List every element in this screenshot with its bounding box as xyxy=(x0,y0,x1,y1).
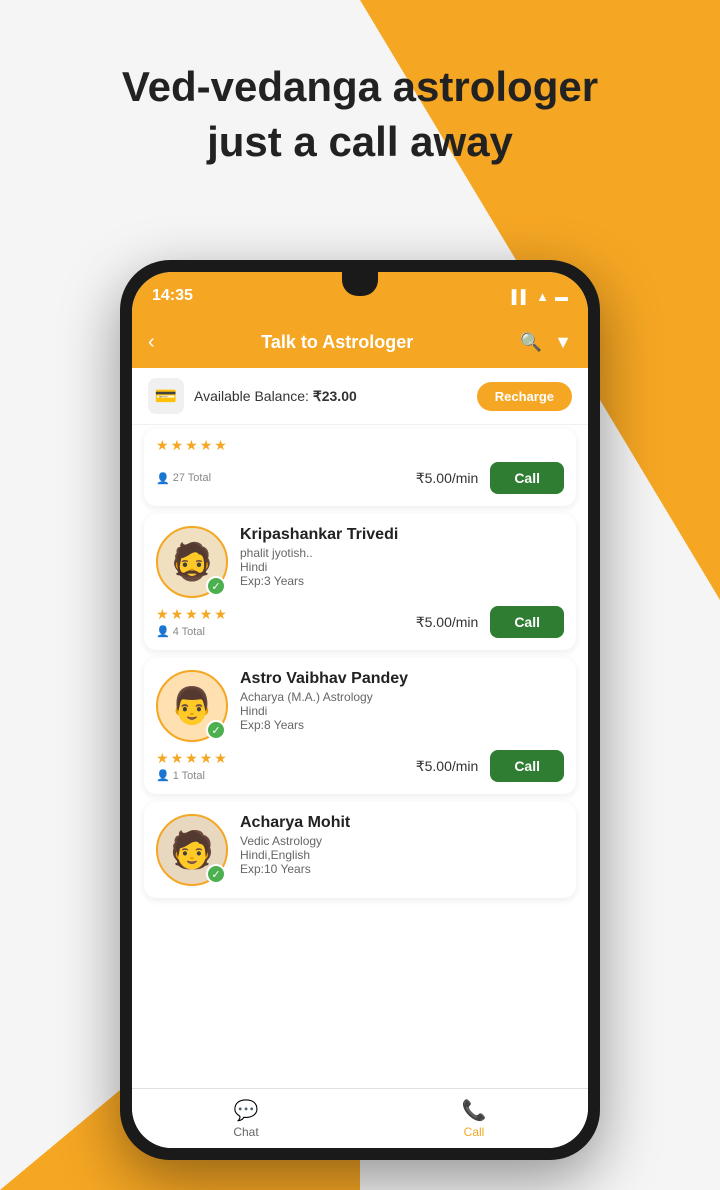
partial-stars-row: ★ ★ ★ ★ ★ xyxy=(156,437,564,454)
header-title: Talk to Astrologer xyxy=(261,332,413,353)
astro-spec-0: phalit jyotish.. xyxy=(240,546,564,560)
astrologer-list: ★ ★ ★ ★ ★ 👤 27 Total xyxy=(132,425,588,1088)
star-5: ★ xyxy=(214,437,227,454)
status-time: 14:35 xyxy=(152,287,193,305)
partial-total: 👤 27 Total xyxy=(156,472,211,485)
avatar-wrap-2: 🧑 ✓ xyxy=(156,814,228,886)
phone-screen: 14:35 ▌▌ ▲ ▬ ‹ Talk to Astrologer 🔍 ▼ xyxy=(132,272,588,1148)
back-button[interactable]: ‹ xyxy=(148,331,155,354)
stars-1: ★ ★ ★ ★ ★ xyxy=(156,750,227,767)
status-icons: ▌▌ ▲ ▬ xyxy=(512,289,568,304)
phone-frame: 14:35 ▌▌ ▲ ▬ ‹ Talk to Astrologer 🔍 ▼ xyxy=(120,260,600,1160)
balance-bar: 💳 Available Balance: ₹23.00 Recharge xyxy=(132,368,588,425)
total-0: 👤 4 Total xyxy=(156,625,227,638)
filter-icon[interactable]: ▼ xyxy=(554,332,572,353)
verified-badge-1: ✓ xyxy=(206,720,226,740)
astrologer-card-0: 🧔 ✓ Kripashankar Trivedi phalit jyotish.… xyxy=(144,514,576,650)
partial-card: ★ ★ ★ ★ ★ 👤 27 Total xyxy=(144,429,576,506)
astrologer-card-1: 👨 ✓ Astro Vaibhav Pandey Acharya (M.A.) … xyxy=(144,658,576,794)
chat-label: Chat xyxy=(233,1125,258,1139)
card-top-0: 🧔 ✓ Kripashankar Trivedi phalit jyotish.… xyxy=(156,526,564,598)
wallet-icon: 💳 xyxy=(148,378,184,414)
balance-text: Available Balance: ₹23.00 xyxy=(194,388,357,405)
app-header: ‹ Talk to Astrologer 🔍 ▼ xyxy=(132,316,588,368)
card-bottom-1: ★ ★ ★ ★ ★ 👤 1 Total xyxy=(156,750,564,782)
chat-icon: 💬 xyxy=(234,1098,259,1123)
partial-call-button[interactable]: Call xyxy=(490,462,564,494)
bottom-nav: 💬 Chat 📞 Call xyxy=(132,1088,588,1148)
bottom-left-0: ★ ★ ★ ★ ★ 👤 4 Total xyxy=(156,606,227,638)
card-top-1: 👨 ✓ Astro Vaibhav Pandey Acharya (M.A.) … xyxy=(156,670,564,742)
astro-lang-1: Hindi xyxy=(240,704,564,718)
astro-lang-0: Hindi xyxy=(240,560,564,574)
nav-chat[interactable]: 💬 Chat xyxy=(132,1098,360,1139)
price-call-1: ₹5.00/min Call xyxy=(416,750,564,782)
bottom-left-1: ★ ★ ★ ★ ★ 👤 1 Total xyxy=(156,750,227,782)
balance-left: 💳 Available Balance: ₹23.00 xyxy=(148,378,357,414)
astrologer-card-2: 🧑 ✓ Acharya Mohit Vedic Astrology Hindi,… xyxy=(144,802,576,898)
call-button-1[interactable]: Call xyxy=(490,750,564,782)
price-call-0: ₹5.00/min Call xyxy=(416,606,564,638)
call-button-0[interactable]: Call xyxy=(490,606,564,638)
verified-badge-2: ✓ xyxy=(206,864,226,884)
star-4: ★ xyxy=(200,437,213,454)
partial-card-bottom: 👤 27 Total ₹5.00/min Call xyxy=(156,462,564,494)
headline-text: Ved-vedanga astrologer just a call away xyxy=(40,60,680,169)
avatar-wrap-1: 👨 ✓ xyxy=(156,670,228,742)
stars-0: ★ ★ ★ ★ ★ xyxy=(156,606,227,623)
astro-spec-1: Acharya (M.A.) Astrology xyxy=(240,690,564,704)
recharge-button[interactable]: Recharge xyxy=(477,382,572,411)
astro-exp-0: Exp:3 Years xyxy=(240,574,564,588)
card-bottom-0: ★ ★ ★ ★ ★ 👤 4 Total xyxy=(156,606,564,638)
astro-spec-2: Vedic Astrology xyxy=(240,834,564,848)
partial-stars: ★ ★ ★ ★ ★ xyxy=(156,437,227,454)
headline-section: Ved-vedanga astrologer just a call away xyxy=(0,60,720,169)
astro-name-0: Kripashankar Trivedi xyxy=(240,526,564,544)
astro-info-2: Acharya Mohit Vedic Astrology Hindi,Engl… xyxy=(240,814,564,876)
signal-icon: ▌▌ xyxy=(512,289,530,304)
astro-name-2: Acharya Mohit xyxy=(240,814,564,832)
call-nav-label: Call xyxy=(464,1125,485,1139)
card-top-2: 🧑 ✓ Acharya Mohit Vedic Astrology Hindi,… xyxy=(156,814,564,886)
nav-call[interactable]: 📞 Call xyxy=(360,1098,588,1139)
star-1: ★ xyxy=(156,437,169,454)
star-2: ★ xyxy=(171,437,184,454)
search-icon[interactable]: 🔍 xyxy=(520,332,542,353)
partial-bottom-left: 👤 27 Total xyxy=(156,472,211,485)
wifi-icon: ▲ xyxy=(536,289,549,304)
astro-exp-2: Exp:10 Years xyxy=(240,862,564,876)
call-nav-icon: 📞 xyxy=(462,1098,487,1123)
partial-price-call: ₹5.00/min Call xyxy=(416,462,564,494)
partial-price: ₹5.00/min xyxy=(416,470,479,487)
avatar-wrap-0: 🧔 ✓ xyxy=(156,526,228,598)
battery-icon: ▬ xyxy=(555,289,568,304)
astro-exp-1: Exp:8 Years xyxy=(240,718,564,732)
astro-name-1: Astro Vaibhav Pandey xyxy=(240,670,564,688)
price-0: ₹5.00/min xyxy=(416,614,479,631)
astro-info-0: Kripashankar Trivedi phalit jyotish.. Hi… xyxy=(240,526,564,588)
phone-mockup: 14:35 ▌▌ ▲ ▬ ‹ Talk to Astrologer 🔍 ▼ xyxy=(120,260,600,1160)
header-action-icons: 🔍 ▼ xyxy=(520,332,572,353)
total-1: 👤 1 Total xyxy=(156,769,227,782)
star-3: ★ xyxy=(185,437,198,454)
price-1: ₹5.00/min xyxy=(416,758,479,775)
verified-badge-0: ✓ xyxy=(206,576,226,596)
astro-info-1: Astro Vaibhav Pandey Acharya (M.A.) Astr… xyxy=(240,670,564,732)
astro-lang-2: Hindi,English xyxy=(240,848,564,862)
